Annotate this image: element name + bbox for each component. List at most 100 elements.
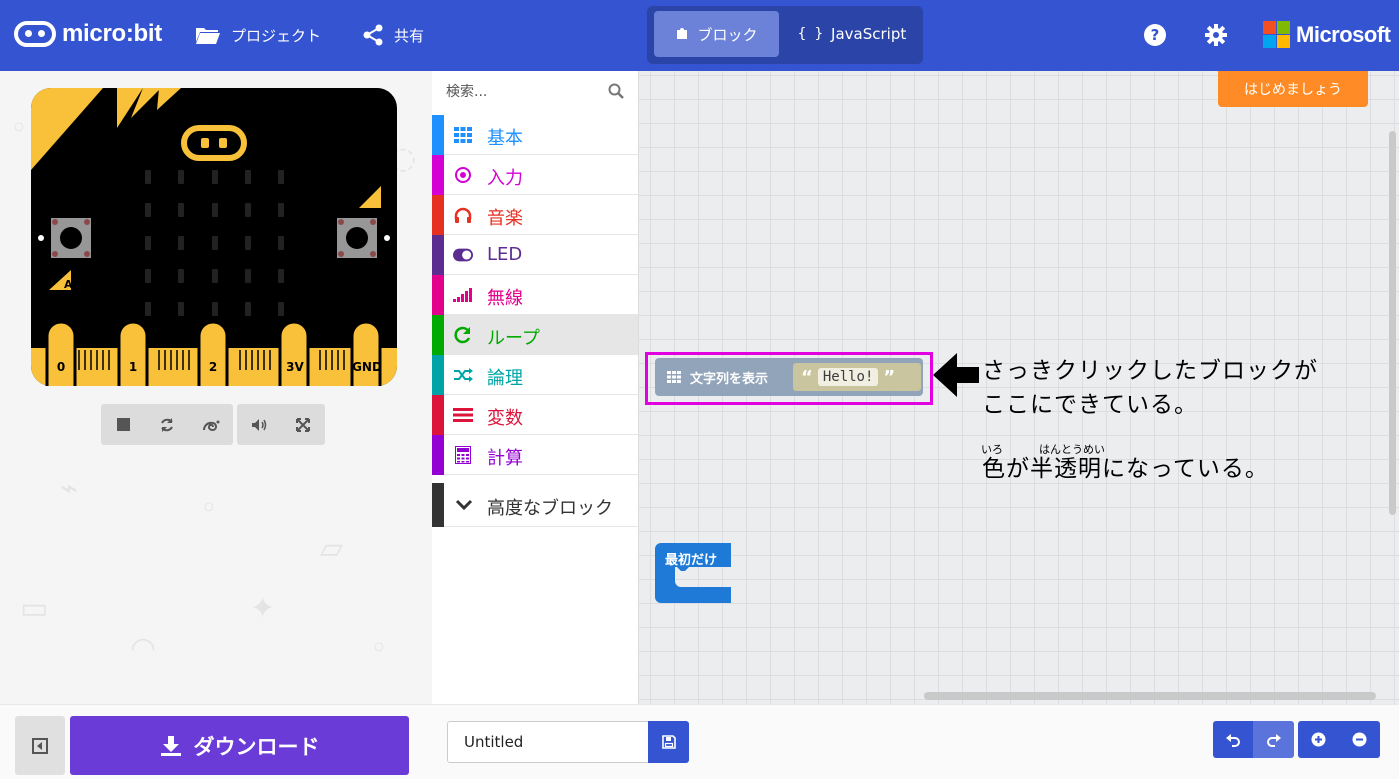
on-start-block[interactable]: 最初だけ [655, 543, 731, 603]
stop-button[interactable] [101, 404, 145, 445]
download-button[interactable]: ダウンロード [70, 716, 409, 775]
toolbox: 基本 入力 音楽 LED 無線 ループ [432, 71, 639, 704]
category-input[interactable]: 入力 [432, 155, 638, 195]
shuffle-icon [453, 365, 473, 385]
stop-icon [116, 418, 130, 431]
microbit-logo[interactable]: micro:bit [14, 17, 162, 51]
category-label: ループ [487, 328, 540, 349]
string-value[interactable]: Hello! [817, 368, 879, 386]
folder-icon [196, 28, 220, 44]
share-icon [363, 24, 383, 46]
category-led[interactable]: LED [432, 235, 638, 275]
slow-motion-button[interactable] [189, 404, 233, 445]
restart-button[interactable] [145, 404, 189, 445]
search-icon[interactable] [608, 83, 624, 99]
share-button[interactable]: 共有 [362, 22, 424, 48]
toolbox-search [432, 71, 638, 113]
braces-icon: { } [797, 26, 824, 42]
toggle-icon [453, 245, 473, 265]
zoom-in-button[interactable] [1298, 721, 1339, 758]
advanced-label: 高度なブロック [487, 498, 613, 519]
category-color-bar [432, 195, 444, 235]
chevron-down-icon [455, 499, 473, 511]
get-started-button[interactable]: はじめましょう [1218, 71, 1368, 107]
headphones-icon [453, 205, 473, 225]
collapse-icon [32, 737, 48, 754]
microbit-board: A B 0 1 2 3V GND [31, 88, 397, 386]
button-a[interactable] [51, 218, 91, 258]
category-logic[interactable]: 論理 [432, 355, 638, 395]
sound-button[interactable] [237, 404, 281, 445]
category-color-bar [432, 435, 444, 475]
category-math[interactable]: 計算 [432, 435, 638, 475]
sound-icon [251, 418, 266, 431]
javascript-mode-button[interactable]: { } JavaScript [787, 11, 917, 57]
show-string-block[interactable]: 文字列を表示 “ Hello! ” [655, 358, 923, 396]
annotation-text-line2: ここにできている。 [982, 392, 1198, 418]
decor-icon: ◦ [10, 111, 28, 146]
button-b[interactable] [337, 218, 377, 258]
slow-motion-icon [203, 420, 220, 431]
category-variables[interactable]: 変数 [432, 395, 638, 435]
save-button[interactable] [648, 721, 689, 763]
help-button[interactable]: ? [1142, 22, 1168, 48]
microbit-logo-icon [14, 21, 56, 47]
category-color-bar [432, 395, 444, 435]
download-label: ダウンロード [193, 734, 320, 759]
decor-icon: ✦ [250, 591, 276, 626]
microsoft-label: Microsoft [1296, 21, 1391, 47]
sim-controls-left [101, 404, 233, 445]
decor-icon: ▭ [20, 591, 49, 626]
download-icon [160, 735, 181, 756]
blocks-mode-button[interactable]: ブロック [654, 11, 779, 57]
close-quote-icon: ” [883, 366, 896, 388]
category-color-bar [432, 115, 444, 155]
pin-label-2: 2 [209, 360, 217, 374]
category-music[interactable]: 音楽 [432, 195, 638, 235]
vertical-scrollbar[interactable] [1389, 131, 1396, 515]
category-color-bar [432, 315, 444, 355]
bottom-toolbar: ダウンロード [0, 704, 1399, 779]
category-radio[interactable]: 無線 [432, 275, 638, 315]
decor-icon: ◠ [130, 631, 157, 666]
category-advanced[interactable]: 高度なブロック [432, 483, 638, 527]
microsoft-grid-icon [1263, 21, 1290, 48]
category-label: 音楽 [487, 208, 523, 229]
projects-label: プロジェクト [231, 26, 322, 45]
open-quote-icon: “ [801, 366, 813, 388]
category-basic[interactable]: 基本 [432, 115, 638, 155]
category-color-bar [432, 155, 444, 195]
svg-text:?: ? [1151, 26, 1160, 44]
ruby-iro: いろ [981, 443, 1003, 456]
category-loops[interactable]: ループ [432, 315, 638, 355]
microsoft-logo[interactable]: Microsoft [1263, 21, 1391, 48]
category-color-bar [432, 355, 444, 395]
blocks-mode-label: ブロック [697, 25, 758, 44]
block-workspace[interactable]: はじめましょう 文字列を表示 “ Hello! ” さっきクリックしたブロックが… [639, 71, 1399, 704]
pin-label-gnd: GND [352, 360, 382, 374]
button-b-label: B [360, 189, 368, 202]
settings-button[interactable] [1203, 22, 1229, 48]
annotation-text-line1: さっきクリックしたブロックが [982, 358, 1318, 384]
horizontal-scrollbar[interactable] [924, 692, 1376, 700]
projects-button[interactable]: プロジェクト [195, 22, 321, 48]
grid-icon [453, 125, 473, 145]
string-block[interactable]: “ Hello! ” [793, 363, 921, 391]
restart-icon [161, 417, 173, 432]
target-icon [453, 165, 473, 185]
undo-button[interactable] [1213, 721, 1253, 758]
javascript-mode-label: JavaScript [831, 25, 907, 43]
collapse-simulator-button[interactable] [15, 716, 65, 775]
zoom-out-icon [1352, 732, 1367, 747]
top-header: micro:bit プロジェクト 共有 ブロック { } JavaScript … [0, 0, 1399, 71]
fullscreen-button[interactable] [281, 404, 325, 445]
redo-button[interactable] [1253, 721, 1294, 758]
project-name-input[interactable] [447, 721, 649, 763]
refresh-icon [453, 325, 473, 345]
category-color-bar [432, 483, 444, 527]
zoom-out-button[interactable] [1339, 721, 1380, 758]
undo-redo-group [1213, 721, 1294, 758]
search-input[interactable] [446, 81, 596, 103]
arrow-left-icon [933, 353, 979, 397]
annotation-text-line3: 色が半透明になっている。 [982, 456, 1269, 482]
